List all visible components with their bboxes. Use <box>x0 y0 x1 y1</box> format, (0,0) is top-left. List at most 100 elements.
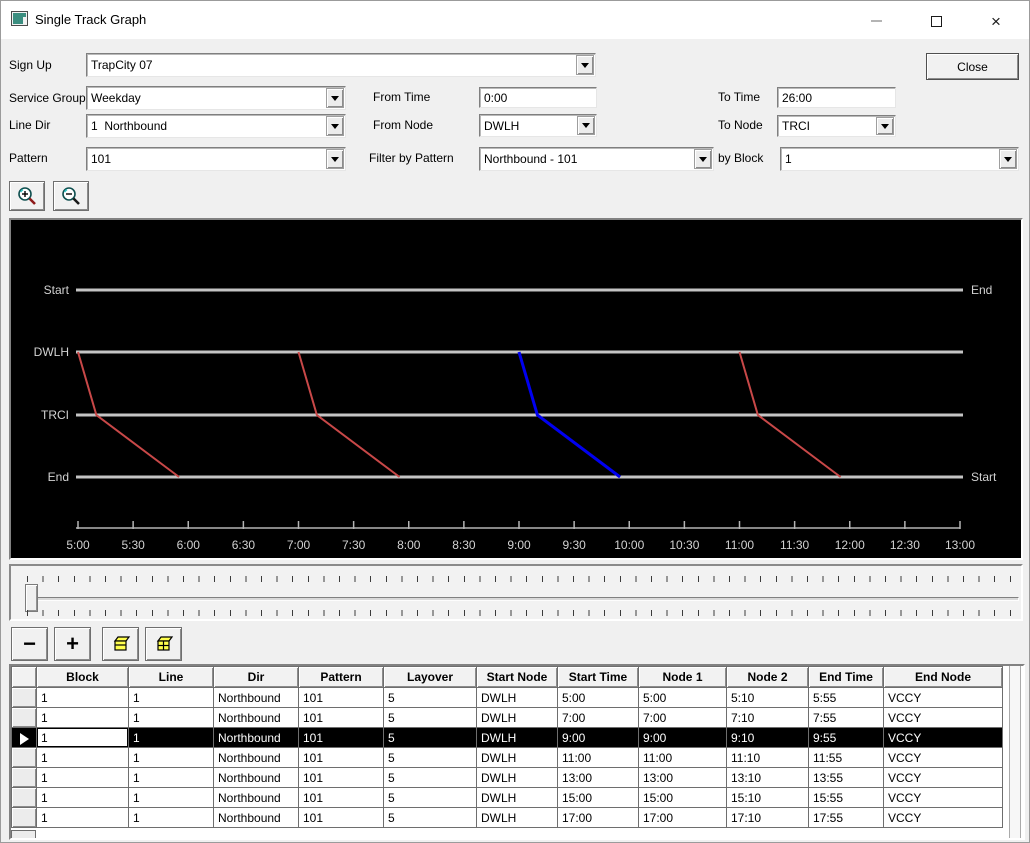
by-block-dropdown-button[interactable] <box>999 149 1017 169</box>
table-cell[interactable]: 101 <box>299 768 384 788</box>
zoom-in-button[interactable] <box>9 181 45 211</box>
table-cell[interactable]: 17:00 <box>639 808 727 828</box>
table-cell[interactable]: 13:55 <box>809 768 884 788</box>
table-cell[interactable]: 5 <box>384 708 477 728</box>
line-dir-combobox[interactable]: 1 Northbound <box>86 114 346 138</box>
sign-up-dropdown-button[interactable] <box>576 55 594 75</box>
table-cell[interactable]: 5 <box>384 788 477 808</box>
table-row[interactable]: 11Northbound1015DWLH9:009:009:109:55VCCY <box>12 728 1003 748</box>
table-cell[interactable]: DWLH <box>477 708 558 728</box>
table-cell[interactable]: VCCY <box>884 708 1003 728</box>
time-slider[interactable] <box>9 564 1023 621</box>
table-cell[interactable]: Northbound <box>214 808 299 828</box>
row-selector[interactable] <box>12 688 37 708</box>
zoom-out-button[interactable] <box>53 181 89 211</box>
table-cell[interactable]: 17:10 <box>727 808 809 828</box>
table-row[interactable]: 11Northbound1015DWLH15:0015:0015:1015:55… <box>12 788 1003 808</box>
table-row[interactable]: 11Northbound1015DWLH13:0013:0013:1013:55… <box>12 768 1003 788</box>
table-cell[interactable]: 1 <box>129 748 214 768</box>
table-cell[interactable]: VCCY <box>884 728 1003 748</box>
table-cell[interactable]: 7:10 <box>727 708 809 728</box>
from-node-combobox[interactable]: DWLH <box>479 114 597 137</box>
table-cell[interactable]: 101 <box>299 808 384 828</box>
service-group-combobox[interactable]: Weekday <box>86 86 346 110</box>
table-cell[interactable]: VCCY <box>884 748 1003 768</box>
table-cell[interactable]: DWLH <box>477 688 558 708</box>
table-cell[interactable]: 1 <box>129 788 214 808</box>
table-cell[interactable]: DWLH <box>477 808 558 828</box>
table-cell[interactable]: 11:10 <box>727 748 809 768</box>
column-header-line[interactable]: Line <box>129 667 214 688</box>
minimize-button[interactable] <box>856 8 896 34</box>
table-cell[interactable]: 7:55 <box>809 708 884 728</box>
slider-thumb[interactable] <box>25 584 38 612</box>
column-header-start-node[interactable]: Start Node <box>477 667 558 688</box>
column-header-end-time[interactable]: End Time <box>809 667 884 688</box>
table-cell[interactable]: VCCY <box>884 808 1003 828</box>
table-cell[interactable]: 11:00 <box>558 748 639 768</box>
table-row[interactable]: 11Northbound1015DWLH5:005:005:105:55VCCY <box>12 688 1003 708</box>
close-button[interactable]: Close <box>926 53 1019 80</box>
filter-by-pattern-dropdown-button[interactable] <box>694 149 712 169</box>
table-cell[interactable]: 5:00 <box>558 688 639 708</box>
close-window-button[interactable]: × <box>976 8 1016 34</box>
table-row[interactable]: 11Northbound1015DWLH11:0011:0011:1011:55… <box>12 748 1003 768</box>
line-dir-dropdown-button[interactable] <box>326 116 344 136</box>
table-cell[interactable]: 5 <box>384 768 477 788</box>
table-cell[interactable]: 9:55 <box>809 728 884 748</box>
table-cell[interactable]: 11:00 <box>639 748 727 768</box>
view-single-button[interactable] <box>102 627 139 661</box>
column-header-start-time[interactable]: Start Time <box>558 667 639 688</box>
table-cell[interactable]: 101 <box>299 748 384 768</box>
table-cell[interactable]: DWLH <box>477 748 558 768</box>
table-cell[interactable]: Northbound <box>214 708 299 728</box>
table-cell[interactable]: DWLH <box>477 768 558 788</box>
grid-vertical-scrollbar[interactable] <box>1009 666 1021 838</box>
slider-track[interactable] <box>31 597 1019 601</box>
table-cell[interactable]: VCCY <box>884 688 1003 708</box>
filter-by-pattern-combobox[interactable]: Northbound - 101 <box>479 147 714 171</box>
column-header-node-2[interactable]: Node 2 <box>727 667 809 688</box>
table-cell[interactable]: 15:55 <box>809 788 884 808</box>
table-cell[interactable]: 13:00 <box>558 768 639 788</box>
maximize-button[interactable] <box>916 8 956 34</box>
table-cell[interactable]: 1 <box>129 708 214 728</box>
table-cell[interactable]: 5:55 <box>809 688 884 708</box>
table-cell[interactable]: 101 <box>299 788 384 808</box>
column-header-pattern[interactable]: Pattern <box>299 667 384 688</box>
table-cell[interactable]: 5 <box>384 728 477 748</box>
table-cell[interactable]: 17:00 <box>558 808 639 828</box>
column-header-node-1[interactable]: Node 1 <box>639 667 727 688</box>
table-cell[interactable]: 1 <box>37 788 129 808</box>
from-node-dropdown-button[interactable] <box>577 116 595 135</box>
table-cell[interactable]: 9:10 <box>727 728 809 748</box>
table-cell[interactable]: Northbound <box>214 748 299 768</box>
table-cell[interactable]: 17:55 <box>809 808 884 828</box>
service-group-dropdown-button[interactable] <box>326 88 344 108</box>
row-selector[interactable] <box>12 708 37 728</box>
view-grid-button[interactable] <box>145 627 182 661</box>
table-cell[interactable]: DWLH <box>477 788 558 808</box>
table-cell[interactable]: 1 <box>37 748 129 768</box>
table-row[interactable]: 11Northbound1015DWLH17:0017:0017:1017:55… <box>12 808 1003 828</box>
table-cell[interactable]: 1 <box>37 808 129 828</box>
table-cell[interactable]: 101 <box>299 728 384 748</box>
column-header-end-node[interactable]: End Node <box>884 667 1003 688</box>
by-block-combobox[interactable]: 1 <box>780 147 1019 171</box>
table-cell[interactable]: Northbound <box>214 788 299 808</box>
table-cell[interactable]: 11:55 <box>809 748 884 768</box>
table-cell[interactable]: 5 <box>384 808 477 828</box>
table-cell[interactable]: 9:00 <box>558 728 639 748</box>
row-selector-current[interactable] <box>12 728 37 748</box>
table-cell[interactable]: 1 <box>129 808 214 828</box>
table-cell[interactable]: 15:00 <box>639 788 727 808</box>
pattern-combobox[interactable]: 101 <box>86 147 346 171</box>
from-time-input[interactable]: 0:00 <box>479 87 597 108</box>
row-selector[interactable] <box>12 748 37 768</box>
table-cell[interactable]: 5:00 <box>639 688 727 708</box>
table-cell[interactable]: Northbound <box>214 768 299 788</box>
decrease-button[interactable]: − <box>11 627 48 661</box>
table-cell[interactable]: VCCY <box>884 768 1003 788</box>
table-cell[interactable]: 13:00 <box>639 768 727 788</box>
column-header-layover[interactable]: Layover <box>384 667 477 688</box>
